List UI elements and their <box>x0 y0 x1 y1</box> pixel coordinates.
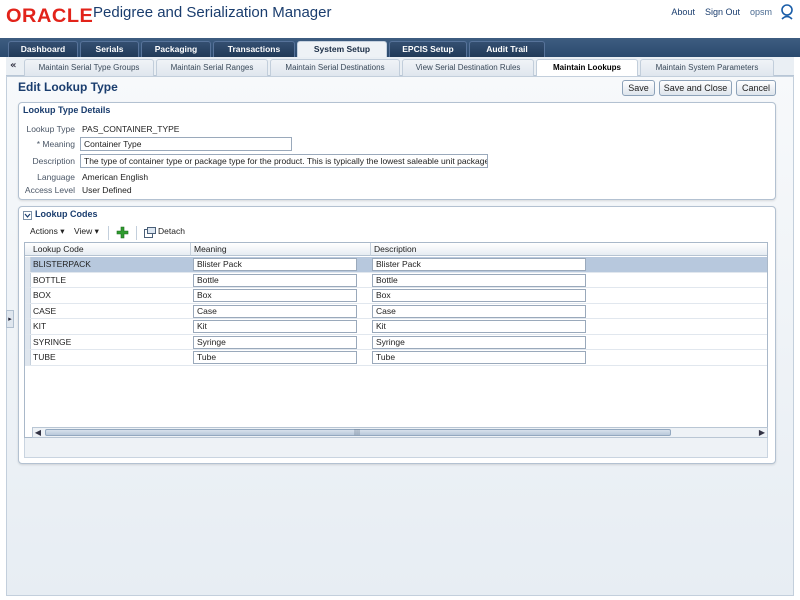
table-row[interactable]: BOX Box Box <box>25 288 767 304</box>
description-label: Description <box>32 156 75 166</box>
oracle-logo: ORACLE <box>6 6 94 27</box>
subtab-serial-ranges[interactable]: Maintain Serial Ranges <box>156 59 268 76</box>
page-title: Edit Lookup Type <box>18 80 118 94</box>
lookup-type-label: Lookup Type <box>26 124 75 134</box>
lookup-code-cell: BOTTLE <box>33 274 67 285</box>
meaning-input[interactable]: Box <box>193 289 357 302</box>
meaning-input[interactable]: Blister Pack <box>193 258 357 271</box>
global-links: About Sign Out opsm <box>671 7 772 17</box>
table-row[interactable]: TUBE Tube Tube <box>25 350 767 366</box>
lookup-type-value: PAS_CONTAINER_TYPE <box>82 124 180 134</box>
language-value: American English <box>82 172 149 182</box>
lookup-code-cell: BLISTERPACK <box>33 259 91 269</box>
description-input[interactable]: Box <box>372 289 586 302</box>
detach-button[interactable]: Detach <box>158 226 185 236</box>
subtab-destination-rules[interactable]: View Serial Destination Rules <box>402 59 534 76</box>
tab-packaging[interactable]: Packaging <box>141 41 211 57</box>
save-button[interactable]: Save <box>622 80 655 96</box>
scrollbar-thumb[interactable]: ||| <box>45 429 671 436</box>
lookup-code-cell: SYRINGE <box>33 336 72 347</box>
description-input[interactable]: Case <box>372 304 586 318</box>
table-row[interactable]: KIT Kit Kit <box>25 319 767 335</box>
username: opsm <box>749 7 772 17</box>
meaning-input[interactable]: Case <box>193 304 357 318</box>
lookup-code-cell: TUBE <box>33 352 56 362</box>
actions-menu[interactable]: Actions ▾ <box>30 226 65 237</box>
subtab-serial-type-groups[interactable]: Maintain Serial Type Groups <box>24 59 154 76</box>
scroll-left-icon[interactable]: ◀ <box>33 428 43 437</box>
codes-panel-title: Lookup Codes <box>35 209 98 219</box>
app-header: ORACLE Pedigree and Serialization Manage… <box>0 0 800 38</box>
column-header-meaning[interactable]: Meaning <box>191 243 371 256</box>
tab-transactions[interactable]: Transactions <box>213 41 295 57</box>
subtab-serial-destinations[interactable]: Maintain Serial Destinations <box>270 59 400 76</box>
meaning-input[interactable]: Tube <box>193 351 357 364</box>
main-tab-bar: Dashboard Serials Packaging Transactions… <box>0 38 800 57</box>
tab-serials[interactable]: Serials <box>80 41 139 57</box>
expand-handle-icon[interactable]: ▸ <box>6 310 14 328</box>
table-row[interactable]: SYRINGE Syringe Syringe <box>25 334 767 350</box>
meaning-input[interactable]: Bottle <box>193 273 357 287</box>
tab-epcis-setup[interactable]: EPCIS Setup <box>389 41 467 57</box>
about-link[interactable]: About <box>671 7 695 17</box>
add-icon[interactable] <box>116 226 129 239</box>
access-level-label: Access Level <box>24 185 75 195</box>
description-input[interactable]: Kit <box>372 320 586 333</box>
sign-out-link[interactable]: Sign Out <box>705 7 740 17</box>
meaning-label: * Meaning <box>36 139 75 149</box>
tab-system-setup[interactable]: System Setup <box>297 41 387 57</box>
app-title: Pedigree and Serialization Manager <box>93 4 332 21</box>
description-input[interactable]: Blister Pack <box>372 258 586 271</box>
tabs-scroll-left-icon[interactable]: « <box>10 60 16 71</box>
collapse-icon[interactable] <box>23 211 32 220</box>
language-label: Language <box>37 172 75 182</box>
cancel-button[interactable]: Cancel <box>736 80 776 96</box>
table-row[interactable]: BOTTLE Bottle Bottle <box>25 272 767 288</box>
tab-dashboard[interactable]: Dashboard <box>8 41 78 57</box>
detach-icon[interactable] <box>144 227 156 238</box>
access-level-value: User Defined <box>82 185 132 195</box>
details-panel-title: Lookup Type Details <box>23 105 111 115</box>
subtab-maintain-lookups[interactable]: Maintain Lookups <box>536 59 638 77</box>
user-icon[interactable] <box>780 4 794 20</box>
table-footer <box>24 438 768 458</box>
table-row[interactable]: CASE Case Case <box>25 303 767 319</box>
sub-tab-bar: « Maintain Serial Type Groups Maintain S… <box>6 57 794 77</box>
lookup-code-cell: BOX <box>33 290 51 300</box>
description-input[interactable]: Bottle <box>372 273 586 287</box>
description-input[interactable]: Tube <box>372 351 586 364</box>
lookup-codes-table: Lookup Code Meaning Description BLISTERP… <box>24 242 768 438</box>
scroll-right-icon[interactable]: ▶ <box>757 428 767 437</box>
view-menu[interactable]: View ▾ <box>74 226 99 237</box>
column-header-description[interactable]: Description <box>371 243 767 256</box>
subtab-system-parameters[interactable]: Maintain System Parameters <box>640 59 774 76</box>
table-row[interactable]: BLISTERPACK Blister Pack Blister Pack <box>25 257 767 273</box>
lookup-code-cell: CASE <box>33 305 57 316</box>
meaning-input[interactable]: Kit <box>193 320 357 333</box>
save-and-close-button[interactable]: Save and Close <box>659 80 732 96</box>
description-field[interactable]: The type of container type or package ty… <box>80 154 488 168</box>
table-horizontal-scrollbar[interactable]: ◀ ||| ▶ <box>32 427 768 438</box>
lookup-code-cell: KIT <box>33 321 47 331</box>
column-header-lookup-code[interactable]: Lookup Code <box>25 243 191 256</box>
meaning-input[interactable]: Syringe <box>193 335 357 349</box>
meaning-field[interactable]: Container Type <box>80 137 292 151</box>
description-input[interactable]: Syringe <box>372 335 586 349</box>
tab-audit-trail[interactable]: Audit Trail <box>469 41 545 57</box>
